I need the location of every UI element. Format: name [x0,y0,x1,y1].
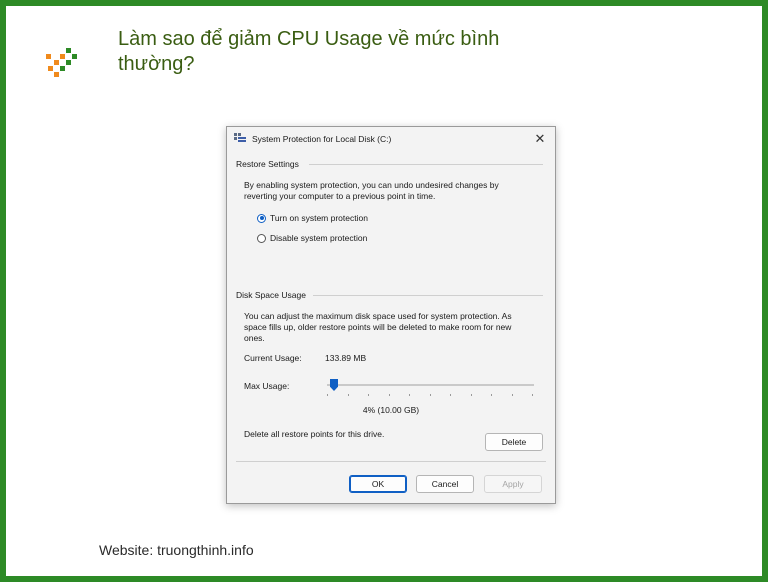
close-icon[interactable]: ✕ [531,130,549,148]
system-protection-icon [234,133,246,142]
article-title: Làm sao để giảm CPU Usage về mức bình th… [118,28,500,75]
slider-tick [532,394,533,396]
slider-tick [347,394,349,396]
slider-tick [327,394,328,396]
slider-tick [491,394,492,396]
restore-settings-heading: Restore Settings [236,159,299,169]
ok-button[interactable]: OK [349,475,407,493]
slider-tick [409,394,410,396]
apply-button: Apply [484,475,542,493]
radio-label: Disable system protection [270,233,368,243]
restore-settings-divider [309,164,543,165]
max-usage-label: Max Usage: [244,381,290,391]
website-footer: Website: truongthinh.info [99,542,254,558]
current-usage-label: Current Usage: [244,353,302,363]
disk-space-heading: Disk Space Usage [236,290,306,300]
delete-restore-points-text: Delete all restore points for this drive… [244,429,385,439]
slider-tick [470,394,472,396]
radio-button[interactable] [257,233,266,243]
system-protection-dialog: System Protection for Local Disk (C:) ✕ … [226,126,556,504]
delete-button[interactable]: Delete [485,433,543,451]
max-usage-slider-ticks [327,394,534,397]
max-usage-readout: 4% (10.00 GB) [362,405,420,415]
restore-settings-description: By enabling system protection, you can u… [244,180,499,201]
dialog-titlebar[interactable]: System Protection for Local Disk (C:) ✕ [227,127,555,151]
disk-space-divider [313,295,543,296]
slider-tick [368,394,369,396]
slider-tick [450,394,451,396]
dialog-title: System Protection for Local Disk (C:) [252,134,392,144]
radio-disable-protection[interactable]: Disable system protection [257,233,367,243]
max-usage-slider-thumb[interactable] [330,379,338,391]
current-usage-value: 133.89 MB [325,353,367,363]
cancel-button[interactable]: Cancel [416,475,474,493]
slider-tick [429,394,431,396]
max-usage-slider-track[interactable] [327,384,534,386]
footer-separator [236,461,546,462]
radio-button-selected[interactable] [257,213,266,223]
radio-turn-on-protection[interactable]: Turn on system protection [257,213,368,223]
radio-label: Turn on system protection [270,213,368,223]
brand-logo-icon [46,48,77,77]
page-frame: Làm sao để giảm CPU Usage về mức bình th… [0,0,768,582]
slider-tick [388,394,390,396]
disk-space-description: You can adjust the maximum disk space us… [244,311,512,343]
slider-tick [511,394,513,396]
